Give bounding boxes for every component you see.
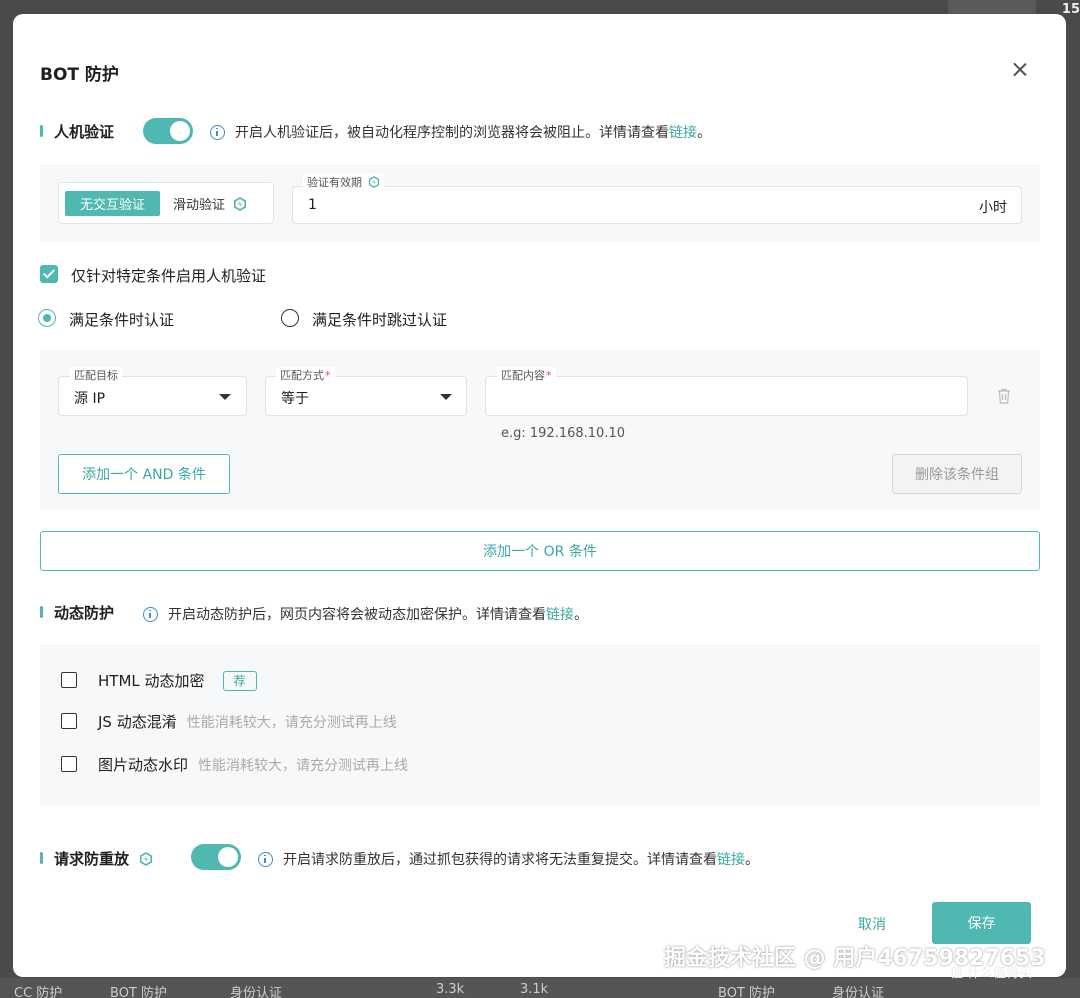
info-text: 开启请求防重放后，通过抓包获得的请求将无法重复提交。详情请查看 (283, 852, 717, 868)
info-icon (210, 124, 225, 140)
info-suffix: 。 (697, 125, 711, 141)
option-label: HTML 动态加密 (98, 672, 205, 690)
option-note: 性能消耗较大，请充分测试再上线 (186, 714, 397, 731)
radio-verify-when-match-label: 满足条件时认证 (69, 311, 175, 329)
validity-unit: 小时 (979, 200, 1007, 216)
hexagon-badge-icon (368, 176, 380, 188)
validity-field[interactable]: 1 小时 (292, 186, 1022, 224)
close-icon[interactable] (1010, 60, 1030, 80)
mode-slider-label: 滑动验证 (173, 198, 226, 213)
background-button (948, 0, 1036, 14)
cancel-button[interactable]: 取消 (858, 914, 886, 934)
watermark-secondary: 值 什么值得买 (950, 966, 1033, 981)
details-link[interactable]: 链接 (669, 122, 697, 142)
validity-label: 验证有效期 (303, 174, 384, 190)
background-cell: CC 防护 (14, 986, 63, 998)
option-note: 性能消耗较大，请充分测试再上线 (198, 757, 409, 774)
background-cell: 身份认证 (230, 986, 283, 998)
validity-label-text: 验证有效期 (307, 176, 362, 189)
add-and-condition-button[interactable]: 添加一个 AND 条件 (58, 454, 230, 494)
background-cell: BOT 防护 (110, 986, 167, 998)
info-suffix: 。 (574, 607, 588, 623)
mode-no-interaction[interactable]: 无交互验证 (65, 191, 160, 216)
dialog-title: BOT 防护 (40, 65, 119, 85)
hexagon-badge-icon (139, 851, 153, 866)
js-obfuscate-checkbox[interactable] (61, 713, 77, 729)
section-marker (40, 852, 43, 864)
replay-toggle[interactable] (191, 844, 241, 870)
background-row: CC 防护 BOT 防护 身份认证 3.3k 3.1k BOT 防护 身份认证 (0, 978, 1080, 998)
image-watermark-checkbox[interactable] (61, 756, 77, 772)
human-verify-toggle[interactable] (143, 118, 193, 144)
replay-info: 开启请求防重放后，通过抓包获得的请求将无法重复提交。详情请查看 链接 。 (258, 849, 759, 869)
match-content-hint: e.g: 192.168.10.10 (501, 426, 626, 441)
condition-checkbox-label: 仅针对特定条件启用人机验证 (71, 267, 267, 285)
hexagon-badge-icon (233, 196, 247, 211)
info-icon (258, 851, 273, 867)
bot-protection-dialog: BOT 防护 人机验证 开启人机验证后，被自动化程序控制的浏览器将会被阻止。详情… (13, 14, 1066, 977)
dynamic-info: 开启动态防护后，网页内容将会被动态加密保护。详情请查看 链接 。 (143, 604, 588, 624)
section-human-verify: 人机验证 (40, 116, 114, 146)
info-text: 开启人机验证后，被自动化程序控制的浏览器将会被阻止。详情请查看 (235, 125, 669, 141)
condition-checkbox[interactable] (40, 265, 58, 283)
add-or-condition-button[interactable]: 添加一个 OR 条件 (40, 531, 1040, 571)
trash-icon[interactable] (997, 388, 1011, 404)
option-label: JS 动态混淆 (98, 713, 177, 731)
chevron-down-icon (219, 394, 231, 400)
delete-condition-group-button[interactable]: 删除该条件组 (892, 454, 1022, 494)
match-content-label-text: 匹配内容 (501, 369, 545, 382)
match-method-label: 匹配方式 * (276, 367, 335, 383)
section-dynamic: 动态防护 (40, 597, 114, 627)
radio-skip-when-match[interactable] (281, 309, 299, 327)
details-link[interactable]: 链接 (546, 604, 574, 624)
save-button[interactable]: 保存 (932, 902, 1031, 944)
match-target-label: 匹配目标 (70, 367, 122, 383)
section-label: 请求防重放 (54, 849, 130, 868)
background-cell: 3.1k (520, 982, 549, 997)
radio-skip-when-match-label: 满足条件时跳过认证 (312, 311, 448, 329)
verify-mode-segment: 无交互验证 滑动验证 (58, 182, 274, 224)
background-cell: 3.3k (436, 982, 465, 997)
section-replay: 请求防重放 (40, 843, 153, 873)
info-icon (143, 606, 158, 622)
background-cell: 身份认证 (832, 986, 885, 998)
html-encrypt-option: HTML 动态加密 荐 (98, 670, 257, 691)
info-text: 开启动态防护后，网页内容将会被动态加密保护。详情请查看 (168, 607, 546, 623)
match-content-label: 匹配内容 * (497, 367, 556, 383)
recommended-badge: 荐 (222, 670, 257, 691)
section-label: 动态防护 (54, 603, 115, 622)
section-label: 人机验证 (54, 122, 115, 141)
human-verify-info: 开启人机验证后，被自动化程序控制的浏览器将会被阻止。详情请查看 链接 。 (210, 122, 711, 142)
background-number: 15 (1061, 2, 1080, 17)
section-marker (40, 606, 43, 618)
radio-verify-when-match[interactable] (38, 309, 56, 327)
js-obfuscate-option: JS 动态混淆 性能消耗较大，请充分测试再上线 (98, 711, 397, 732)
validity-input[interactable]: 1 (308, 197, 317, 213)
match-target-value: 源 IP (74, 391, 106, 407)
section-marker (40, 125, 43, 137)
match-content-input[interactable] (485, 376, 968, 416)
details-link[interactable]: 链接 (717, 849, 745, 869)
option-label: 图片动态水印 (98, 756, 189, 774)
match-method-value: 等于 (281, 391, 309, 407)
mode-slider[interactable]: 滑动验证 (173, 191, 247, 216)
image-watermark-option: 图片动态水印 性能消耗较大，请充分测试再上线 (98, 754, 408, 775)
html-encrypt-checkbox[interactable] (61, 672, 77, 688)
chevron-down-icon (440, 394, 452, 400)
match-method-label-text: 匹配方式 (280, 369, 324, 382)
info-suffix: 。 (745, 852, 759, 868)
background-cell: BOT 防护 (718, 986, 775, 998)
